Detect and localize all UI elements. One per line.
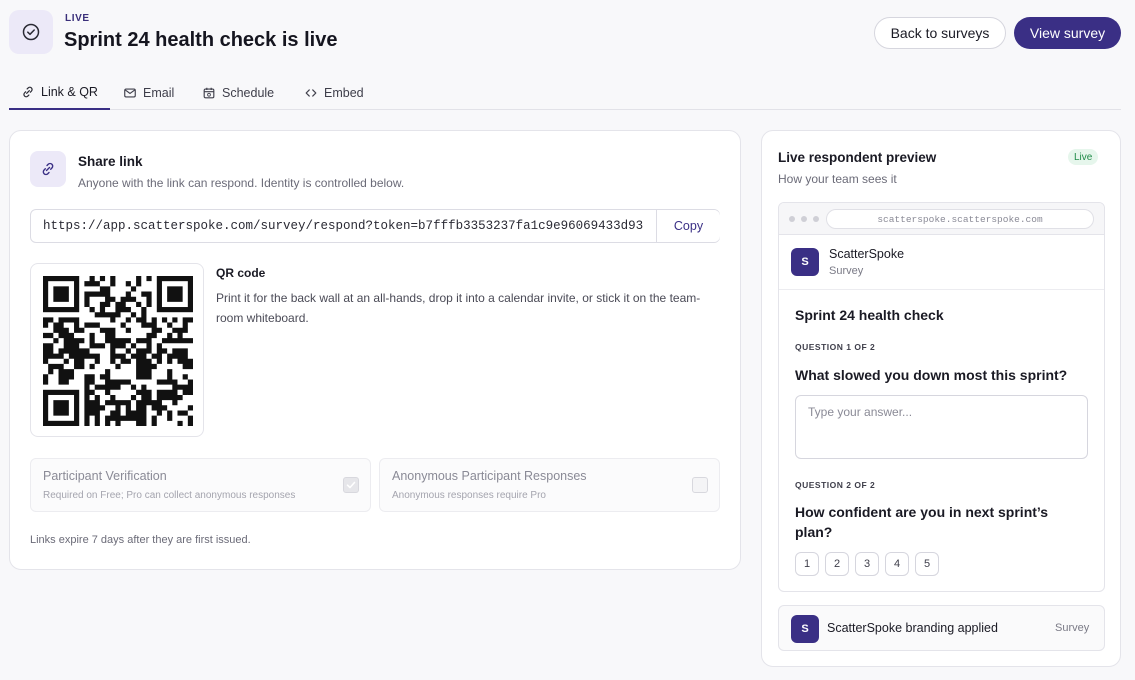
link-icon xyxy=(30,151,66,187)
rating-option-1[interactable]: 1 xyxy=(795,552,819,576)
brand-avatar: S xyxy=(791,248,819,276)
option-subtitle: Anonymous responses require Pro xyxy=(392,490,546,501)
window-dot xyxy=(813,216,819,222)
checkmark-icon xyxy=(346,481,356,489)
qr-code-image xyxy=(43,276,193,426)
view-survey-button[interactable]: View survey xyxy=(1014,17,1121,49)
question-2-text: How confident are you in next sprint’s p… xyxy=(795,504,1049,540)
tab-label: Embed xyxy=(324,85,364,100)
page-title: Sprint 24 health check is live xyxy=(64,29,338,51)
qr-code-title: QR code xyxy=(216,266,266,280)
brand-name: ScatterSpoke xyxy=(829,247,905,261)
tab-label: Email xyxy=(143,85,175,100)
branding-applied-text: ScatterSpoke branding applied xyxy=(827,621,998,635)
tab-schedule[interactable]: Schedule xyxy=(190,76,286,109)
live-status-badge: Live xyxy=(1068,149,1099,165)
share-link-subtitle: Anyone with the link can respond. Identi… xyxy=(78,176,405,190)
rating-option-3[interactable]: 3 xyxy=(855,552,879,576)
anonymous-responses-option: Anonymous Participant Responses Anonymou… xyxy=(379,458,720,512)
question-1-answer-input[interactable] xyxy=(795,395,1088,459)
branding-applied-row: S ScatterSpoke branding applied Survey xyxy=(778,605,1105,651)
survey-title: Sprint 24 health check xyxy=(795,307,944,323)
share-link-field: Copy xyxy=(30,209,720,243)
brand-avatar: S xyxy=(791,615,819,643)
rating-option-2[interactable]: 2 xyxy=(825,552,849,576)
participant-verification-option: Participant Verification Required on Fre… xyxy=(30,458,371,512)
participant-verification-checkbox[interactable] xyxy=(343,477,359,493)
copy-link-button[interactable]: Copy xyxy=(656,210,720,242)
option-title: Anonymous Participant Responses xyxy=(392,469,587,483)
preview-subtitle: How your team sees it xyxy=(778,172,897,186)
respondent-preview-card: Live respondent preview How your team se… xyxy=(761,130,1121,667)
question-1-label: QUESTION 1 OF 2 xyxy=(795,342,876,352)
branding-tag: Survey xyxy=(1055,622,1090,634)
window-dot xyxy=(789,216,795,222)
code-icon xyxy=(305,88,317,97)
rating-option-5[interactable]: 5 xyxy=(915,552,939,576)
mail-icon xyxy=(124,87,136,98)
option-title: Participant Verification xyxy=(43,469,167,483)
tab-label: Link & QR xyxy=(41,85,98,99)
live-check-icon xyxy=(9,10,53,54)
page-header: LIVE Sprint 24 health check is live Back… xyxy=(0,0,1135,70)
calendar-icon xyxy=(203,87,215,98)
anonymous-responses-checkbox[interactable] xyxy=(692,477,708,493)
qr-code xyxy=(30,263,204,437)
tab-embed[interactable]: Embed xyxy=(292,76,376,109)
browser-preview: scatterspoke.scatterspoke.com S ScatterS… xyxy=(778,202,1105,592)
back-to-surveys-button[interactable]: Back to surveys xyxy=(874,17,1006,49)
window-dot xyxy=(801,216,807,222)
link-icon xyxy=(23,86,33,98)
question-1-text: What slowed you down most this sprint? xyxy=(795,367,1068,383)
tab-label: Schedule xyxy=(222,85,275,100)
rating-option-4[interactable]: 4 xyxy=(885,552,909,576)
share-link-input[interactable] xyxy=(31,210,655,242)
browser-toolbar: scatterspoke.scatterspoke.com xyxy=(779,203,1104,235)
tab-bar: Link & QR Email Schedule Embed xyxy=(9,76,1121,110)
live-eyebrow: LIVE xyxy=(65,13,90,24)
survey-brand-header: S ScatterSpoke Survey xyxy=(779,235,1104,290)
preview-title: Live respondent preview xyxy=(778,150,937,165)
brand-subtitle: Survey xyxy=(829,265,864,277)
share-link-title: Share link xyxy=(78,154,143,169)
question-2-label: QUESTION 2 OF 2 xyxy=(795,480,876,490)
tab-link-qr[interactable]: Link & QR xyxy=(9,76,110,110)
tab-email[interactable]: Email xyxy=(111,76,186,109)
link-expiry-note: Links expire 7 days after they are first… xyxy=(30,534,251,546)
qr-code-description: Print it for the back wall at an all-han… xyxy=(216,291,701,325)
share-link-card: Share link Anyone with the link can resp… xyxy=(9,130,741,570)
option-subtitle: Required on Free; Pro can collect anonym… xyxy=(43,490,296,501)
preview-url: scatterspoke.scatterspoke.com xyxy=(826,209,1094,229)
